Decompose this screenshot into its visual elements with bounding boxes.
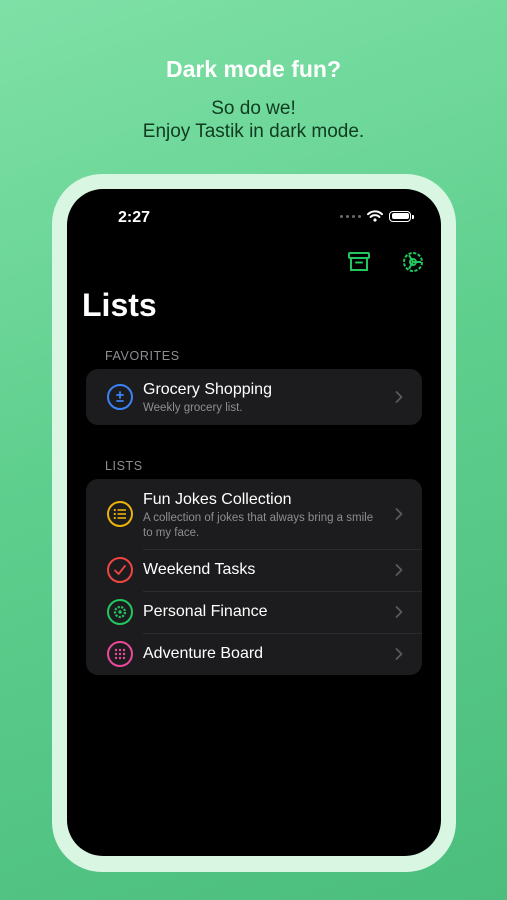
cellular-signal-icon [340,214,361,218]
list-item-grocery-shopping[interactable]: Grocery Shopping Weekly grocery list. [86,369,422,425]
battery-icon [389,210,414,222]
wifi-icon [367,210,383,222]
list-item-subtitle: Weekly grocery list. [143,402,243,414]
list-item-personal-finance[interactable]: Personal Finance [86,592,422,633]
plus-minus-icon [107,384,133,410]
checkmark-icon [107,557,133,583]
phone-screen: 2:27 Lists FAVORITES Grocery Shopping We… [67,189,441,856]
promo-headline: Dark mode fun? [165,56,342,82]
status-time: 2:27 [118,209,151,226]
chevron-right-icon [395,508,403,520]
list-item-weekend-tasks[interactable]: Weekend Tasks [86,550,422,591]
list-item-title: Grocery Shopping [143,381,272,398]
chevron-right-icon [395,606,403,618]
list-item-subtitle: A collection of jokes that always bring … [143,512,374,539]
list-item-title: Weekend Tasks [143,561,256,578]
chevron-right-icon [395,564,403,576]
list-item-adventure-board[interactable]: Adventure Board [86,634,422,675]
favorites-group: Grocery Shopping Weekly grocery list. [86,369,422,425]
list-item-title: Personal Finance [143,603,268,620]
grid-icon [107,641,133,667]
favorites-section-header: FAVORITES [105,349,180,363]
lists-group: Fun Jokes Collection A collection of jok… [86,479,422,675]
promo-subline-1: So do we! [211,98,296,119]
gear-icon [107,599,133,625]
lists-section-header: LISTS [105,459,143,473]
list-item-title: Fun Jokes Collection [143,491,292,508]
promo-subline-2: Enjoy Tastik in dark mode. [142,121,365,142]
gear-icon[interactable] [400,249,426,275]
archive-icon[interactable] [346,249,372,275]
chevron-right-icon [395,391,403,403]
page-title: Lists [82,287,157,323]
list-item-fun-jokes-collection[interactable]: Fun Jokes Collection A collection of jok… [86,479,422,549]
list-icon [107,501,133,527]
list-item-title: Adventure Board [143,645,264,662]
status-indicators [340,210,414,222]
chevron-right-icon [395,648,403,660]
